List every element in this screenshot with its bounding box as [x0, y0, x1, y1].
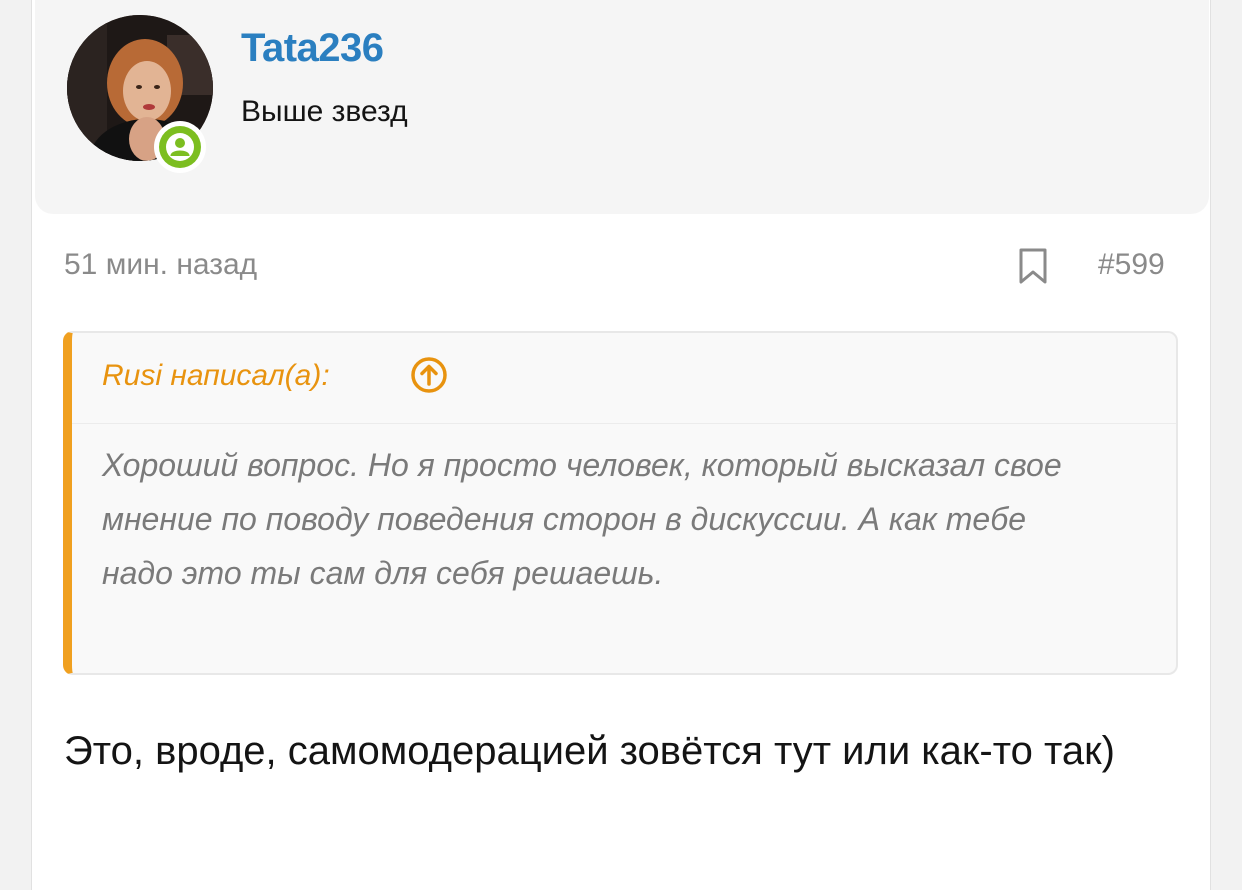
author-username[interactable]: Tata236 — [241, 26, 384, 71]
quote-attribution[interactable]: Rusi написал(а): — [102, 359, 330, 393]
author-block: Tata236 Выше звезд — [35, 0, 1209, 214]
bookmark-icon[interactable] — [1018, 248, 1048, 284]
author-user-title: Выше звезд — [241, 95, 408, 128]
quote-block: Rusi написал(а): Хороший вопрос. Но я пр… — [63, 331, 1178, 675]
user-icon — [159, 126, 201, 168]
post-message: Это, вроде, самомодерацией зовётся тут и… — [64, 729, 1115, 773]
arrow-up-circle-icon[interactable] — [410, 356, 448, 394]
post-timestamp[interactable]: 51 мин. назад — [64, 248, 257, 282]
quote-text: Хороший вопрос. Но я просто человек, кот… — [102, 447, 1062, 591]
post-number-link[interactable]: #599 — [1098, 248, 1165, 282]
quote-header: Rusi написал(а): — [72, 333, 1176, 424]
post-card: Tata236 Выше звезд 51 мин. назад #599 Ru… — [31, 0, 1211, 890]
online-status-badge — [154, 121, 206, 173]
